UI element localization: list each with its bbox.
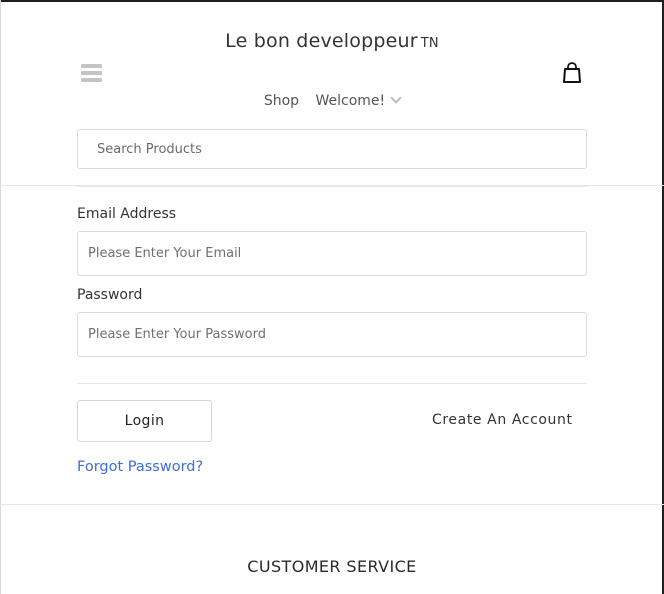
nav-welcome-dropdown[interactable]: Welcome!	[315, 92, 402, 109]
chevron-down-icon	[390, 92, 402, 104]
hamburger-menu-icon[interactable]	[81, 64, 102, 82]
menu-bar	[81, 71, 102, 75]
footer-section-heading: CUSTOMER SERVICE	[247, 557, 417, 576]
brand-suffix[interactable]: TN	[421, 36, 439, 51]
email-field[interactable]	[77, 231, 587, 276]
nav-welcome-label: Welcome!	[315, 93, 386, 109]
main-nav: Shop Welcome!	[0, 92, 664, 109]
shopping-bag-icon-graphic	[563, 62, 581, 83]
brand-logo[interactable]: Le bon developpeur TN	[0, 30, 664, 52]
password-field[interactable]	[77, 312, 587, 357]
create-account-link[interactable]: Create An Account	[432, 412, 573, 428]
search-underline	[77, 186, 587, 187]
password-label: Password	[77, 287, 143, 303]
menu-bar	[81, 64, 102, 68]
shopping-bag-icon[interactable]	[562, 62, 582, 84]
footer-divider	[0, 504, 664, 505]
search-input[interactable]	[77, 129, 587, 169]
login-button[interactable]: Login	[77, 400, 212, 442]
email-label: Email Address	[77, 206, 177, 222]
window-top-border	[0, 0, 664, 2]
form-divider	[77, 383, 587, 384]
forgot-password-link[interactable]: Forgot Password?	[77, 459, 203, 475]
menu-bar	[81, 78, 102, 82]
nav-shop-link[interactable]: Shop	[264, 93, 299, 109]
brand-name[interactable]: Le bon developpeur	[225, 30, 418, 52]
